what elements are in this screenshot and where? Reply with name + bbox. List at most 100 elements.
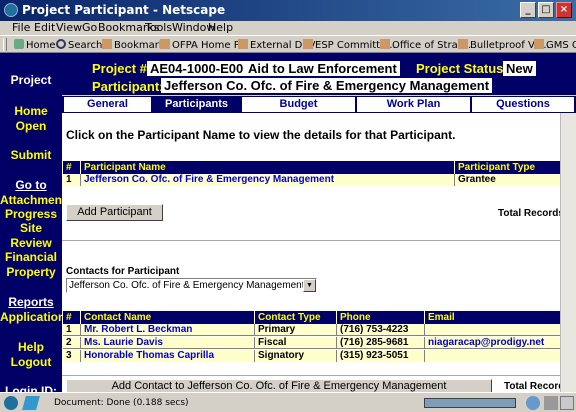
section-divider — [62, 375, 576, 376]
bookmark-search[interactable]: Search — [56, 39, 102, 51]
home-icon — [14, 39, 24, 49]
menu-bar: File Edit View Go Bookmarks Tools Window… — [0, 21, 576, 35]
contact-type: Primary — [255, 324, 337, 335]
vertical-scrollbar[interactable] — [560, 113, 576, 392]
contact-email[interactable] — [425, 350, 574, 362]
tab-general[interactable]: General — [64, 97, 151, 112]
bookmark-icon — [303, 39, 313, 49]
minimize-button[interactable]: _ — [520, 2, 536, 18]
participant-value: Jefferson Co. Ofc. of Fire & Emergency M… — [161, 78, 493, 93]
contact-name-link[interactable]: Ms. Laurie Davis — [81, 337, 255, 348]
col-header-participant-type: Participant Type — [458, 162, 536, 173]
col-header-number: # — [63, 161, 81, 174]
contacts-label: Contacts for Participant — [66, 266, 180, 277]
contact-name-link[interactable]: Honorable Thomas Caprilla — [81, 350, 255, 362]
menu-go[interactable]: Go — [82, 21, 97, 34]
nav-help[interactable]: Help — [0, 340, 62, 354]
table-row: 1 Mr. Robert L. Beckman Primary (716) 75… — [63, 324, 574, 336]
mail-icon[interactable] — [22, 396, 40, 410]
contact-name-link[interactable]: Mr. Robert L. Beckman — [81, 324, 255, 335]
nav-reports[interactable]: Reports — [0, 295, 62, 309]
tab-participants[interactable]: Participants — [153, 97, 240, 112]
contact-phone: (716) 753-4223 — [337, 324, 425, 335]
menu-file[interactable]: File — [12, 21, 30, 34]
main-content: Click on the Participant Name to view th… — [62, 113, 576, 393]
col-header-participant-name: Participant Name — [81, 161, 455, 174]
participant-type: Grantee — [458, 174, 496, 185]
security-icon — [544, 396, 558, 410]
bookmark-icon — [380, 39, 390, 49]
participant-select[interactable]: Jefferson Co. Ofc. of Fire & Emergency M… — [66, 278, 317, 293]
add-participant-button[interactable]: Add Participant — [66, 204, 163, 221]
participant-label: Participant: — [92, 79, 164, 94]
title-bar: Project Participant - Netscape _ □ × — [0, 0, 576, 21]
nav-application[interactable]: Application — [0, 310, 65, 324]
nav-financial[interactable]: Financial — [0, 250, 62, 264]
table-header: # Participant Name Participant Type — [63, 161, 574, 174]
contacts-table: # Contact Name Contact Type Phone Email … — [63, 311, 574, 363]
participants-table: # Participant Name Participant Type 1 Je… — [63, 161, 574, 187]
nav-progress[interactable]: Progress — [0, 207, 62, 221]
maximize-button[interactable]: □ — [538, 2, 554, 18]
bookmark-label: Home — [26, 40, 56, 51]
tab-bar: General Participants Budget Work Plan Qu… — [62, 96, 576, 113]
project-number-value: AE04-1000-E00 — [147, 61, 247, 76]
bookmark-label: GMS QA — [546, 40, 576, 51]
bookmark-icon — [458, 39, 468, 49]
col-header-contact-name: Contact Name — [81, 311, 255, 324]
browser-window: Project Participant - Netscape _ □ × Fil… — [0, 0, 576, 412]
col-header-contact-type: Contact Type — [255, 311, 337, 324]
contact-email[interactable] — [425, 324, 574, 335]
col-header-number: # — [63, 311, 81, 324]
bookmark-icon — [160, 39, 170, 49]
nav-home[interactable]: Home — [0, 104, 62, 118]
tab-questions[interactable]: Questions — [472, 97, 574, 112]
participant-name-link[interactable]: Jefferson Co. Ofc. of Fire & Emergency M… — [81, 174, 455, 186]
close-button[interactable]: × — [556, 2, 572, 18]
project-status-value: New — [503, 61, 536, 76]
menu-tools[interactable]: Tools — [145, 21, 172, 34]
bookmark-icon — [238, 39, 248, 49]
row-number: 1 — [63, 174, 81, 186]
contact-type: Signatory — [255, 350, 337, 362]
project-name-value: Aid to Law Enforcement — [245, 61, 400, 76]
chevron-down-icon[interactable]: ▼ — [303, 279, 316, 292]
tab-budget[interactable]: Budget — [242, 97, 355, 112]
netscape-icon — [4, 3, 18, 17]
table-row: 2 Ms. Laurie Davis Fiscal (716) 285-9681… — [63, 337, 574, 349]
progress-bar — [424, 398, 516, 408]
contact-phone: (716) 285-9681 — [337, 337, 425, 348]
add-contact-button[interactable]: Add Contact to Jefferson Co. Ofc. of Fir… — [66, 379, 492, 393]
nav-submit[interactable]: Submit — [0, 148, 62, 162]
bookmark-label: OFPA Home P... — [172, 40, 248, 51]
bookmark-gms-qa[interactable]: GMS QA — [534, 39, 576, 51]
instructions-text: Click on the Participant Name to view th… — [66, 128, 456, 142]
nav-review[interactable]: Review — [0, 236, 62, 250]
search-icon — [56, 39, 66, 49]
bookmark-home[interactable]: Home — [14, 39, 56, 51]
toolbar-grip[interactable] — [3, 38, 7, 51]
nav-attachment[interactable]: Attachment — [0, 193, 66, 207]
contact-phone: (315) 923-5051 — [337, 350, 425, 362]
table-row: 3 Honorable Thomas Caprilla Signatory (3… — [63, 350, 574, 362]
bookmark-icon — [534, 39, 544, 49]
menu-edit[interactable]: Edit — [34, 21, 55, 34]
nav-open[interactable]: Open — [0, 119, 62, 133]
menu-help[interactable]: Help — [208, 21, 233, 34]
nav-logout[interactable]: Logout — [0, 355, 62, 369]
row-number: 3 — [63, 350, 81, 362]
row-number: 2 — [63, 337, 81, 348]
nav-site[interactable]: Site — [0, 221, 62, 235]
nav-property[interactable]: Property — [0, 265, 62, 279]
col-header-email: Email — [428, 312, 455, 323]
connection-icon — [526, 396, 540, 410]
tab-work-plan[interactable]: Work Plan — [357, 97, 470, 112]
section-divider — [62, 240, 576, 241]
window-title: Project Participant - Netscape — [22, 3, 226, 17]
contact-email[interactable]: niagaracap@prodigy.net — [425, 337, 574, 348]
menu-view[interactable]: View — [56, 21, 82, 34]
bookmark-ofpa[interactable]: OFPA Home P... — [160, 39, 248, 51]
table-row: 1 Jefferson Co. Ofc. of Fire & Emergency… — [63, 174, 574, 186]
bookmark-label: Search — [68, 40, 103, 51]
project-number-label: Project #: — [92, 61, 152, 76]
